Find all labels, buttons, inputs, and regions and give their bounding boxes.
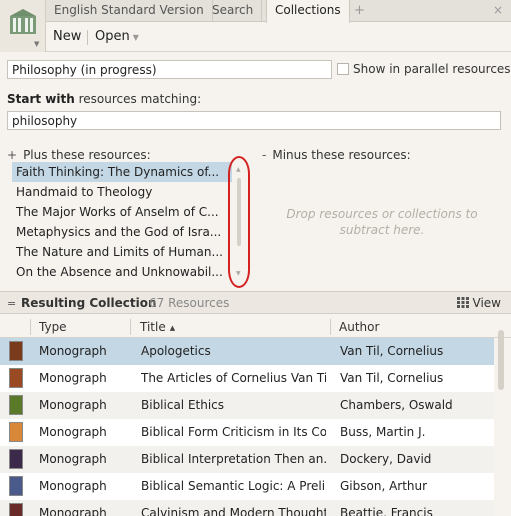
toolbar-divider xyxy=(87,30,88,45)
results-table-body: Monograph Apologetics Van Til, Cornelius… xyxy=(0,338,494,516)
plus-resource-item[interactable]: Metaphysics and the God of Isra... xyxy=(12,222,232,242)
collection-name-field[interactable] xyxy=(7,60,332,79)
table-row[interactable]: Monograph Biblical Ethics Chambers, Oswa… xyxy=(0,392,494,419)
tab-collections[interactable]: Collections xyxy=(266,0,350,23)
parallel-resources-label: Show in parallel resources xyxy=(353,62,511,76)
resources-matching-field[interactable] xyxy=(7,111,501,130)
row-author: Chambers, Oswald xyxy=(340,398,453,412)
chevron-down-icon: ▼ xyxy=(132,33,139,42)
book-cover-icon xyxy=(9,503,23,516)
row-type: Monograph xyxy=(39,425,107,439)
row-type: Monograph xyxy=(39,479,107,493)
book-cover-icon xyxy=(9,368,23,388)
row-type: Monograph xyxy=(39,506,107,516)
book-cover-icon xyxy=(9,449,23,469)
row-author: Beattie, Francis xyxy=(340,506,433,516)
close-tab-button[interactable]: × xyxy=(493,0,503,22)
table-row[interactable]: Monograph Biblical Interpretation Then a… xyxy=(0,446,494,473)
column-divider xyxy=(330,319,331,335)
row-author: Buss, Martin J. xyxy=(340,425,426,439)
minus-resources-header: - Minus these resources: xyxy=(262,148,411,162)
plus-resource-item[interactable]: The Nature and Limits of Human... xyxy=(12,242,232,262)
table-row[interactable]: Monograph The Articles of Cornelius Van … xyxy=(0,365,494,392)
table-row[interactable]: Monograph Biblical Form Criticism in Its… xyxy=(0,419,494,446)
book-cover-icon xyxy=(9,476,23,496)
tab-bar: English Standard Version Search Collecti… xyxy=(0,0,511,23)
row-title: Biblical Form Criticism in Its Co... xyxy=(141,425,326,439)
results-scrollbar[interactable] xyxy=(498,330,504,390)
open-label: Open xyxy=(95,29,130,44)
annotation-circle xyxy=(228,156,250,288)
plus-resources-header: + Plus these resources: xyxy=(7,148,151,162)
parallel-resources-checkbox[interactable] xyxy=(337,63,349,75)
plus-resources-list: Faith Thinking: The Dynamics of... Handm… xyxy=(12,162,232,282)
table-row[interactable]: Monograph Calvinism and Modern Thought B… xyxy=(0,500,494,516)
view-button[interactable]: View xyxy=(456,296,501,310)
title-header-label: Title xyxy=(140,320,166,334)
plus-resource-item[interactable]: Faith Thinking: The Dynamics of... xyxy=(12,162,232,182)
panel-menu-button[interactable]: ▼ xyxy=(0,0,46,52)
resource-count: 67 Resources xyxy=(149,296,230,310)
row-title: Calvinism and Modern Thought xyxy=(141,506,326,516)
plus-icon: + xyxy=(7,148,18,162)
minus-resources-title: Minus these resources: xyxy=(272,148,411,162)
row-author: Gibson, Arthur xyxy=(340,479,428,493)
row-author: Van Til, Cornelius xyxy=(340,371,444,385)
column-header-author[interactable]: Author xyxy=(339,320,379,334)
book-cover-icon xyxy=(9,395,23,415)
row-title: Biblical Semantic Logic: A Preli... xyxy=(141,479,326,493)
start-with-bold: Start with xyxy=(7,92,75,106)
plus-resources-title: Plus these resources: xyxy=(23,148,151,162)
row-type: Monograph xyxy=(39,371,107,385)
resulting-collection-bar: = Resulting Collection 67 Resources View xyxy=(0,291,511,314)
resulting-collection-title: Resulting Collection xyxy=(21,296,157,310)
column-divider xyxy=(130,319,131,335)
row-type: Monograph xyxy=(39,452,107,466)
equals-icon: = xyxy=(7,297,17,310)
column-header-type[interactable]: Type xyxy=(39,320,67,334)
tab-english-standard-version[interactable]: English Standard Version xyxy=(46,0,213,22)
row-author: Dockery, David xyxy=(340,452,432,466)
row-author: Van Til, Cornelius xyxy=(340,344,444,358)
row-type: Monograph xyxy=(39,398,107,412)
toolbar: New Open ▼ xyxy=(46,23,511,52)
plus-resource-item[interactable]: Handmaid to Theology xyxy=(12,182,232,202)
sort-ascending-icon: ▲ xyxy=(169,324,176,332)
open-menu-button[interactable]: Open ▼ xyxy=(95,29,139,44)
start-with-rest: resources matching: xyxy=(74,92,202,106)
table-row[interactable]: Monograph Apologetics Van Til, Cornelius xyxy=(0,338,494,365)
minus-drop-zone[interactable]: Drop resources or collections to subtrac… xyxy=(262,206,502,238)
results-table-header: Type Title ▲ Author xyxy=(0,316,511,338)
new-button[interactable]: New xyxy=(53,29,81,44)
grid-icon xyxy=(456,297,469,308)
tab-search[interactable]: Search xyxy=(204,0,263,22)
column-header-title[interactable]: Title ▲ xyxy=(140,320,175,334)
row-type: Monograph xyxy=(39,344,107,358)
plus-resource-item[interactable]: On the Absence and Unknowabil... xyxy=(12,262,232,282)
plus-resource-item[interactable]: The Major Works of Anselm of C... xyxy=(12,202,232,222)
table-row[interactable]: Monograph Biblical Semantic Logic: A Pre… xyxy=(0,473,494,500)
start-with-label: Start with resources matching: xyxy=(7,92,201,106)
row-title: Biblical Ethics xyxy=(141,398,225,412)
chevron-down-icon: ▼ xyxy=(34,40,40,48)
view-label: View xyxy=(472,296,501,310)
book-cover-icon xyxy=(9,341,23,361)
row-title: Apologetics xyxy=(141,344,211,358)
column-divider xyxy=(30,319,31,335)
row-title: The Articles of Cornelius Van Til xyxy=(141,371,326,385)
library-icon xyxy=(10,9,36,34)
minus-icon: - xyxy=(262,148,267,162)
row-title: Biblical Interpretation Then an... xyxy=(141,452,326,466)
book-cover-icon xyxy=(9,422,23,442)
new-tab-button[interactable]: + xyxy=(354,0,365,22)
